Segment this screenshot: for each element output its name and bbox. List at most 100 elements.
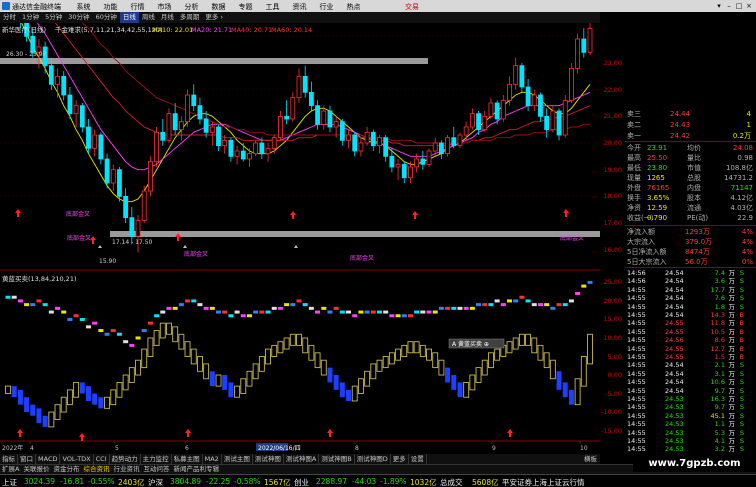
osc-block-yellow [364, 370, 371, 387]
tick-volume: 7.6 [714, 294, 725, 303]
info-tab[interactable]: 综合资讯 [81, 465, 111, 474]
indicator-tab[interactable]: 窗口 [18, 454, 36, 464]
info-tab[interactable]: 新闻产品利专辑 [171, 465, 221, 474]
ref-block [259, 310, 265, 314]
ref-block [36, 299, 42, 303]
period-tab[interactable]: 月线 [158, 12, 177, 23]
flow-row: 大宗流入 379.0万 4% [625, 237, 756, 247]
indicator-tab[interactable]: VOL-TDX [60, 454, 94, 464]
menu-item[interactable]: 行业 [313, 2, 340, 12]
menu-item[interactable]: 系统 [70, 2, 97, 12]
indicator-tab[interactable]: 指标 [0, 454, 18, 464]
ref-block [42, 303, 48, 307]
period-tab[interactable]: 多周期 [177, 12, 203, 23]
candle-body [364, 131, 370, 144]
osc-block-blue [24, 397, 30, 413]
period-tab[interactable]: 60分钟 [93, 12, 120, 23]
menu-item[interactable]: 市场 [151, 2, 178, 12]
indicator-tab[interactable]: 测试主图 [222, 454, 253, 464]
info-tab[interactable]: 互动问答 [141, 465, 171, 474]
osc-block-yellow [395, 348, 402, 361]
stat-value: 23.91 [647, 144, 668, 152]
ref-block [352, 314, 358, 318]
period-tab[interactable]: 分时 [0, 12, 19, 23]
period-tab[interactable]: 30分钟 [65, 12, 92, 23]
close-icon[interactable]: × [744, 1, 754, 11]
ref-block [438, 306, 444, 310]
ref-block [203, 306, 209, 310]
tick-time: 14:55 [627, 319, 646, 328]
info-tab[interactable]: 关联报价 [21, 465, 51, 474]
info-tab[interactable]: 资金分布 [51, 465, 81, 474]
stat-value: 25.50 [647, 154, 668, 162]
candle-body [110, 169, 116, 184]
menu-item[interactable]: 行情 [124, 2, 151, 12]
ticker-total-label: 总成交 [440, 478, 463, 487]
indicator-tab[interactable]: 趋势动力 [110, 454, 141, 464]
tick-row: 14:55 24.53 1.1 万 S [625, 420, 756, 428]
ref-block [575, 292, 581, 296]
period-tab[interactable]: 1分钟 [19, 12, 42, 23]
signal-label: 底部金叉 [350, 254, 374, 262]
indicator-tab[interactable]: CCI [94, 454, 110, 464]
stat-value: 108.8亿 [725, 164, 753, 172]
stat-value: 0.98 [737, 154, 753, 162]
indicator-tab[interactable]: 测试神图 [253, 454, 284, 464]
indicator-tab[interactable]: MA2 [203, 454, 222, 464]
tick-side: S [739, 420, 744, 429]
tick-price: 24.54 [665, 361, 684, 370]
tick-volume: 3.2 [714, 445, 725, 454]
stat-label: 股本 [687, 194, 701, 202]
indicator-tab[interactable]: 设置 [409, 454, 427, 464]
candle-body [172, 113, 178, 131]
menu-item[interactable]: 数据 [205, 2, 232, 12]
indicator-tab[interactable]: 测试神图B [319, 454, 355, 464]
quote-divider [625, 141, 756, 142]
info-tab[interactable]: 行业资讯 [111, 465, 141, 474]
ref-block [55, 306, 61, 310]
indicator-tab[interactable]: MACD [36, 454, 61, 464]
osc-block-yellow [54, 404, 61, 420]
indicator-tab[interactable]: 更多 [391, 454, 409, 464]
menu-item[interactable]: 分析 [178, 2, 205, 12]
tick-unit: 万 [728, 311, 736, 319]
layout-tab[interactable]: 横板 [582, 454, 599, 464]
osc-block-blue [333, 375, 339, 390]
buy-arrow-icon [412, 211, 418, 219]
menu-item[interactable]: 热点 [340, 2, 367, 12]
kline-chart-svg[interactable]: 新华医疗(日线) 千金难求(5,7,11,21,34,42,55,120)MA10… [0, 23, 600, 454]
osc-block-yellow [506, 341, 513, 354]
price-tick-label: 16.00 [603, 245, 622, 254]
stat-value: 12.59 [647, 204, 668, 212]
period-tab[interactable]: 周线 [139, 12, 158, 23]
ref-block [154, 314, 160, 318]
ref-block [476, 303, 482, 307]
period-tab[interactable]: 更多 › [202, 12, 226, 23]
trade-menu[interactable]: 交易 [405, 2, 419, 12]
minimize-icon[interactable]: – [724, 1, 734, 11]
ref-block [67, 317, 73, 321]
candle-body [135, 219, 141, 237]
chart-area[interactable]: 新华医疗(日线) 千金难求(5,7,11,21,34,42,55,120) MA10… [0, 23, 600, 454]
menu-item[interactable]: 资讯 [286, 2, 313, 12]
maximize-icon[interactable]: □ [734, 1, 744, 11]
osc-block-blue [42, 415, 48, 427]
indicator-tab[interactable]: 主力监控 [141, 454, 172, 464]
candle-body [86, 126, 91, 149]
period-tab-active[interactable]: 日线 [119, 12, 139, 23]
period-tab[interactable]: 5分钟 [42, 12, 65, 23]
ref-block [488, 303, 494, 307]
tick-side: S [739, 302, 744, 311]
menu-item[interactable]: 专题 [232, 2, 259, 12]
menu-dropdown-icon[interactable]: ▾ [714, 1, 724, 11]
osc-block-yellow [314, 352, 321, 369]
ticker-news[interactable]: 平安证券上海上证云行情 [502, 477, 585, 487]
indicator-tab[interactable]: 测试神图A [284, 454, 320, 464]
ticker-pct: -0.58% [234, 477, 261, 486]
indicator-tab[interactable]: 私募主图 [172, 454, 203, 464]
indicator-tab[interactable]: 测试神图D [355, 454, 391, 464]
osc-block-yellow [370, 363, 377, 380]
menu-item[interactable]: 功能 [97, 2, 124, 12]
menu-item[interactable]: 工具 [259, 2, 286, 12]
info-tab[interactable]: 扩展A [0, 465, 21, 474]
